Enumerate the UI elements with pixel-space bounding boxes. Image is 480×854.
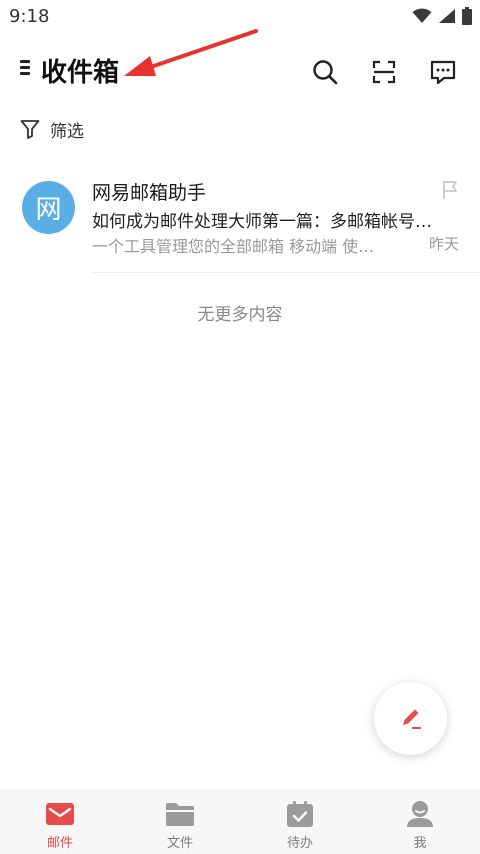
message-button[interactable] bbox=[425, 54, 461, 90]
status-icons bbox=[412, 7, 472, 25]
nav-label-mail: 邮件 bbox=[46, 836, 73, 851]
mail-list-item[interactable]: 网 网易邮箱助手 如何成为邮件处理大师第一篇：多邮箱帐号… 一个工具管理您的全部… bbox=[0, 160, 480, 273]
compose-pencil-icon bbox=[402, 709, 421, 729]
scan-icon bbox=[372, 60, 396, 84]
nav-item-todo[interactable]: 待办 bbox=[240, 789, 360, 854]
search-icon bbox=[313, 60, 338, 85]
profile-icon bbox=[407, 801, 433, 827]
battery-icon bbox=[462, 7, 472, 25]
annotation-arrow bbox=[124, 29, 258, 76]
nav-item-mail[interactable]: 邮件 bbox=[0, 789, 120, 854]
nav-item-me[interactable]: 我 bbox=[360, 789, 480, 854]
nav-label-me: 我 bbox=[413, 836, 427, 851]
compose-button[interactable] bbox=[374, 682, 447, 755]
nav-item-files[interactable]: 文件 bbox=[120, 789, 240, 854]
signal-icon bbox=[439, 9, 455, 23]
message-icon bbox=[430, 60, 456, 85]
menu-icon[interactable] bbox=[20, 60, 32, 78]
search-button[interactable] bbox=[307, 54, 343, 90]
filter-icon bbox=[20, 120, 40, 139]
filter-button[interactable]: 筛选 bbox=[20, 116, 84, 142]
wifi-icon bbox=[412, 8, 432, 23]
mail-icon bbox=[46, 803, 74, 825]
list-end-text: 无更多内容 bbox=[197, 305, 283, 325]
flag-icon[interactable] bbox=[442, 180, 458, 200]
scan-button[interactable] bbox=[366, 54, 402, 90]
filter-label: 筛选 bbox=[50, 121, 84, 142]
avatar: 网 bbox=[22, 181, 75, 234]
nav-label-todo: 待办 bbox=[286, 836, 313, 851]
bottom-nav: 邮件 文件 待办 我 bbox=[0, 789, 480, 854]
page-title[interactable]: 收件箱 bbox=[41, 52, 119, 89]
nav-label-files: 文件 bbox=[166, 836, 193, 851]
status-time: 9:18 bbox=[9, 6, 50, 27]
mail-preview: 一个工具管理您的全部邮箱 移动端 使… bbox=[92, 237, 375, 256]
mail-subject: 如何成为邮件处理大师第一篇：多邮箱帐号… bbox=[92, 212, 432, 232]
mail-date: 昨天 bbox=[428, 235, 459, 253]
divider bbox=[92, 272, 480, 273]
todo-icon bbox=[287, 801, 313, 827]
folder-icon bbox=[166, 803, 194, 826]
mail-sender: 网易邮箱助手 bbox=[92, 182, 207, 204]
